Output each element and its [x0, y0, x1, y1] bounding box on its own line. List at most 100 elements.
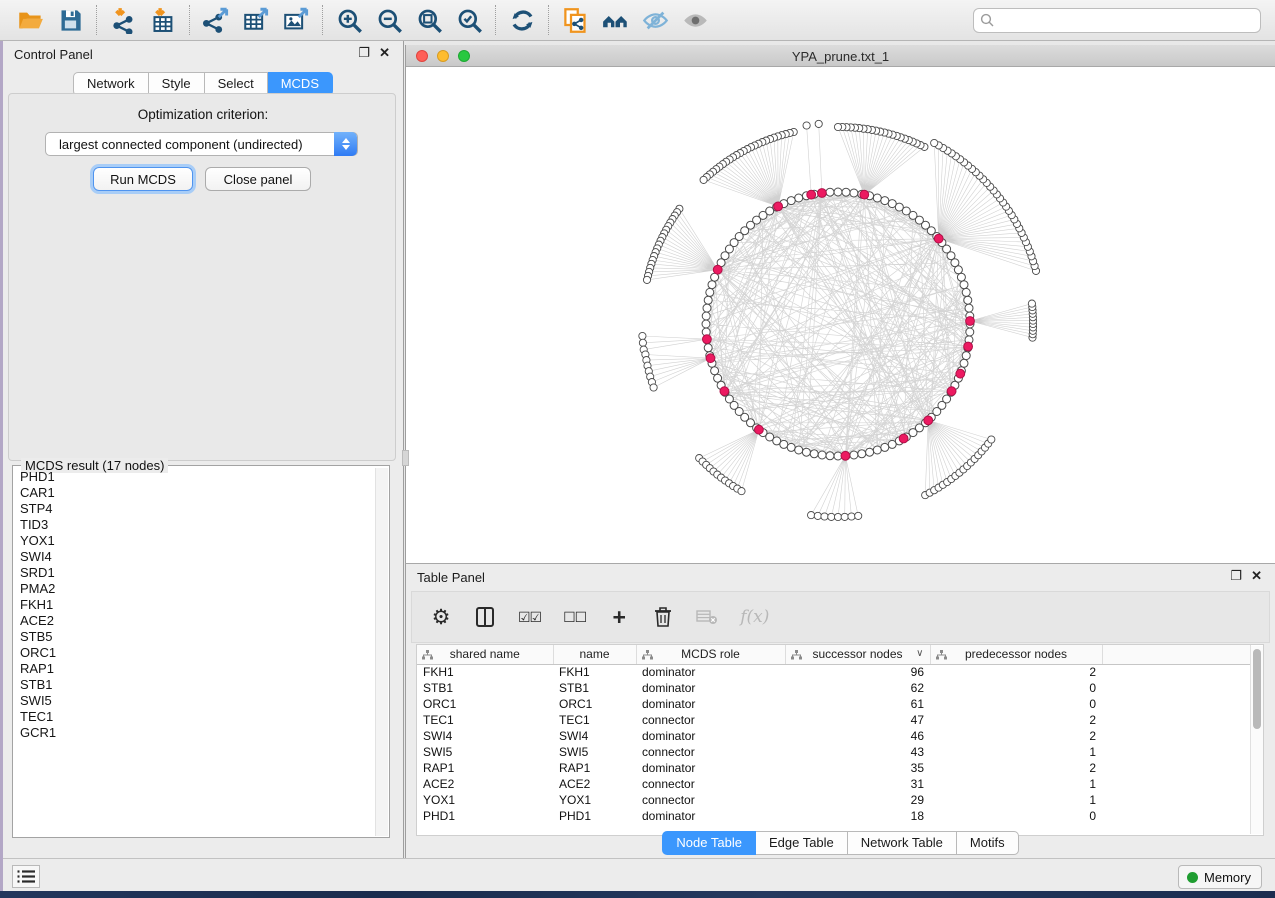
mcds-result-item[interactable]: GCR1	[14, 725, 374, 741]
export-image-icon[interactable]	[276, 3, 316, 37]
graph-node[interactable]	[704, 344, 712, 352]
graph-leaf-node[interactable]	[639, 339, 646, 346]
mcds-result-item[interactable]: RAP1	[14, 661, 374, 677]
graph-dominator-node[interactable]	[899, 434, 908, 443]
memory-button[interactable]: Memory	[1178, 865, 1262, 889]
mcds-result-item[interactable]: CAR1	[14, 485, 374, 501]
graph-node[interactable]	[881, 443, 889, 451]
run-mcds-button[interactable]: Run MCDS	[93, 167, 193, 191]
table-scrollbar[interactable]	[1250, 646, 1263, 834]
column-header-MCDS-role[interactable]: MCDS role	[636, 645, 785, 664]
close-panel-icon[interactable]: ✕	[379, 45, 390, 61]
graph-node[interactable]	[826, 188, 834, 196]
mcds-result-item[interactable]: PMA2	[14, 581, 374, 597]
close-panel-button[interactable]: Close panel	[205, 167, 311, 191]
table-row[interactable]: YOX1YOX1connector291	[417, 792, 1250, 808]
graph-dominator-node[interactable]	[818, 189, 827, 198]
graph-node[interactable]	[704, 296, 712, 304]
column-header-filler[interactable]	[1102, 645, 1250, 664]
graph-node[interactable]	[818, 451, 826, 459]
mcds-result-item[interactable]: YOX1	[14, 533, 374, 549]
column-header-shared-name[interactable]: shared name	[417, 645, 553, 664]
graph-node[interactable]	[881, 197, 889, 205]
zoom-selected-icon[interactable]	[449, 3, 489, 37]
graph-dominator-node[interactable]	[755, 425, 764, 434]
graph-leaf-node[interactable]	[639, 332, 646, 339]
criterion-dropdown[interactable]: largest connected component (undirected)	[45, 132, 358, 156]
refresh-icon[interactable]	[502, 3, 542, 37]
graph-leaf-node[interactable]	[650, 384, 657, 391]
graph-node[interactable]	[960, 281, 968, 289]
graph-node[interactable]	[965, 304, 973, 312]
first-neighbors-icon[interactable]	[595, 3, 635, 37]
graph-node[interactable]	[834, 188, 842, 196]
task-history-button[interactable]	[12, 865, 40, 888]
mcds-result-item[interactable]: SWI5	[14, 693, 374, 709]
tab-edge-table[interactable]: Edge Table	[756, 831, 848, 855]
clone-network-icon[interactable]	[555, 3, 595, 37]
column-header-predecessor-nodes[interactable]: predecessor nodes	[930, 645, 1102, 664]
graph-node[interactable]	[708, 281, 716, 289]
mcds-result-item[interactable]: SWI4	[14, 549, 374, 565]
mcds-result-item[interactable]: TEC1	[14, 709, 374, 725]
tab-motifs[interactable]: Motifs	[957, 831, 1019, 855]
graph-leaf-node[interactable]	[814, 512, 821, 519]
graph-dominator-node[interactable]	[924, 416, 933, 425]
graph-node[interactable]	[962, 352, 970, 360]
zoom-out-icon[interactable]	[369, 3, 409, 37]
mcds-result-item[interactable]: ACE2	[14, 613, 374, 629]
close-table-panel-icon[interactable]: ✕	[1251, 568, 1262, 584]
graph-leaf-node[interactable]	[700, 176, 707, 183]
mcds-result-item[interactable]: FKH1	[14, 597, 374, 613]
graph-node[interactable]	[795, 194, 803, 202]
graph-node[interactable]	[873, 194, 881, 202]
graph-leaf-node[interactable]	[931, 139, 938, 146]
graph-node[interactable]	[858, 450, 866, 458]
graph-node[interactable]	[702, 320, 710, 328]
add-row-icon[interactable]: +	[608, 602, 630, 632]
graph-leaf-node[interactable]	[841, 513, 848, 520]
graph-leaf-node[interactable]	[821, 513, 828, 520]
graph-node[interactable]	[703, 304, 711, 312]
mcds-result-item[interactable]: STB1	[14, 677, 374, 693]
search-input[interactable]	[973, 8, 1261, 33]
table-row[interactable]: STB1STB1dominator620	[417, 680, 1250, 696]
graph-node[interactable]	[706, 288, 714, 296]
graph-node[interactable]	[702, 312, 710, 320]
export-network-icon[interactable]	[196, 3, 236, 37]
hide-selected-icon[interactable]	[635, 3, 675, 37]
graph-leaf-node[interactable]	[738, 488, 745, 495]
open-session-icon[interactable]	[10, 3, 50, 37]
graph-dominator-node[interactable]	[807, 190, 816, 199]
mcds-result-item[interactable]: ORC1	[14, 645, 374, 661]
graph-node[interactable]	[711, 367, 719, 375]
graph-node[interactable]	[795, 446, 803, 454]
mcds-result-item[interactable]: PHD1	[14, 469, 374, 485]
graph-dominator-node[interactable]	[703, 335, 712, 344]
graph-node[interactable]	[966, 328, 974, 336]
graph-dominator-node[interactable]	[841, 451, 850, 460]
graph-node[interactable]	[962, 288, 970, 296]
mcds-result-item[interactable]: TID3	[14, 517, 374, 533]
graph-leaf-node[interactable]	[855, 512, 862, 519]
import-table-icon[interactable]	[143, 3, 183, 37]
graph-node[interactable]	[873, 446, 881, 454]
graph-dominator-node[interactable]	[947, 387, 956, 396]
table-row[interactable]: PHD1PHD1dominator180	[417, 808, 1250, 824]
network-canvas[interactable]	[406, 67, 1274, 562]
table-row[interactable]: SWI4SWI4dominator462	[417, 728, 1250, 744]
graph-node[interactable]	[888, 200, 896, 208]
graph-dominator-node[interactable]	[860, 190, 869, 199]
deselect-all-icon[interactable]: ☐☐	[563, 602, 586, 632]
table-row[interactable]: ORC1ORC1dominator610	[417, 696, 1250, 712]
graph-node[interactable]	[780, 440, 788, 448]
graph-leaf-node[interactable]	[803, 122, 810, 129]
mcds-result-list[interactable]: PHD1CAR1STP4TID3YOX1SWI4SRD1PMA2FKH1ACE2…	[14, 469, 374, 836]
graph-dominator-node[interactable]	[934, 234, 943, 243]
graph-dominator-node[interactable]	[706, 354, 715, 363]
zoom-fit-icon[interactable]	[409, 3, 449, 37]
show-all-icon[interactable]	[675, 3, 715, 37]
select-all-icon[interactable]: ☑☑	[518, 602, 541, 632]
graph-node[interactable]	[866, 448, 874, 456]
graph-dominator-node[interactable]	[956, 369, 965, 378]
